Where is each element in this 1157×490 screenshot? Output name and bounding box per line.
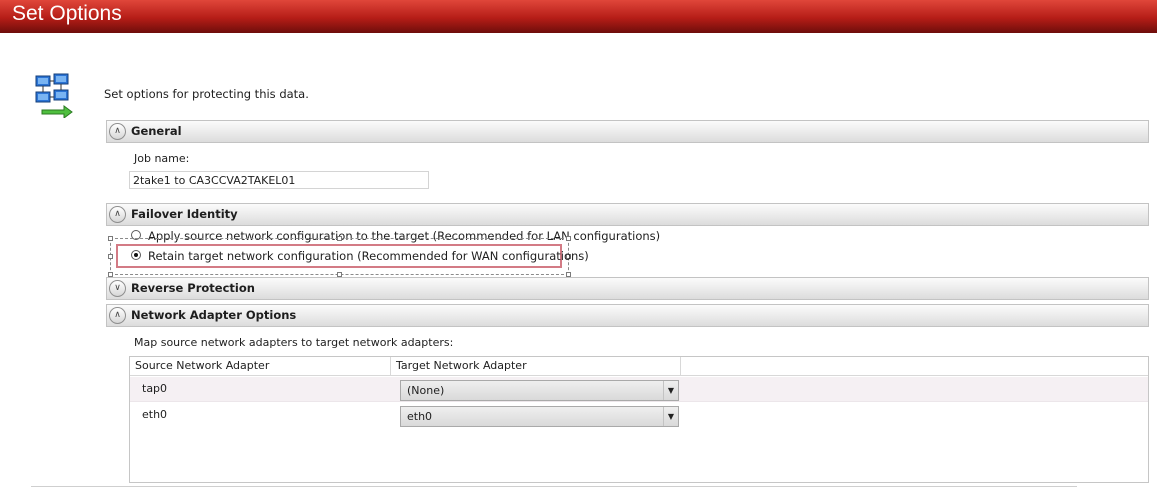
job-name-input[interactable] xyxy=(129,171,429,189)
job-name-label: Job name: xyxy=(134,152,190,165)
adapter-mapping-grid: Source Network Adapter Target Network Ad… xyxy=(129,356,1149,483)
title-bar: Set Options xyxy=(0,0,1157,33)
target-adapter-select[interactable]: (None) ▼ xyxy=(400,380,679,401)
section-failover-label: Failover Identity xyxy=(131,207,238,221)
dropdown-arrow-icon[interactable]: ▼ xyxy=(663,381,678,400)
chevron-up-icon[interactable]: ∧ xyxy=(109,307,126,324)
section-adapters-label: Network Adapter Options xyxy=(131,308,297,322)
dropdown-arrow-icon[interactable]: ▼ xyxy=(663,407,678,426)
radio-retain-target-label[interactable]: Retain target network configuration (Rec… xyxy=(148,249,589,263)
source-adapter-name: eth0 xyxy=(142,408,168,421)
column-header-target[interactable]: Target Network Adapter xyxy=(391,357,681,376)
resize-handle[interactable] xyxy=(566,236,571,241)
intro-text: Set options for protecting this data. xyxy=(104,87,309,101)
adapter-map-description: Map source network adapters to target ne… xyxy=(134,336,454,349)
section-reverse-header[interactable]: ∨ Reverse Protection xyxy=(106,277,1149,300)
table-row[interactable]: tap0 (None) ▼ xyxy=(130,377,1148,402)
window-title: Set Options xyxy=(12,2,122,25)
network-computers-icon xyxy=(34,72,74,119)
resize-handle[interactable] xyxy=(337,236,342,241)
section-adapters-header[interactable]: ∧ Network Adapter Options xyxy=(106,304,1149,327)
target-adapter-value: eth0 xyxy=(407,410,433,423)
section-reverse-label: Reverse Protection xyxy=(131,281,255,295)
table-row[interactable]: eth0 eth0 ▼ xyxy=(130,403,1148,428)
chevron-up-icon[interactable]: ∧ xyxy=(109,123,126,140)
chevron-up-icon[interactable]: ∧ xyxy=(109,206,126,223)
grid-header: Source Network Adapter Target Network Ad… xyxy=(130,357,1148,376)
target-adapter-value: (None) xyxy=(407,384,445,397)
section-general-label: General xyxy=(131,124,182,138)
section-failover-header[interactable]: ∧ Failover Identity xyxy=(106,203,1149,226)
bottom-divider xyxy=(31,486,1077,490)
chevron-down-icon[interactable]: ∨ xyxy=(109,280,126,297)
resize-handle[interactable] xyxy=(108,236,113,241)
source-adapter-name: tap0 xyxy=(142,382,168,395)
radio-retain-target[interactable] xyxy=(131,250,141,260)
section-general-header[interactable]: ∧ General xyxy=(106,120,1149,143)
resize-handle[interactable] xyxy=(108,254,113,259)
target-adapter-select[interactable]: eth0 ▼ xyxy=(400,406,679,427)
column-header-source[interactable]: Source Network Adapter xyxy=(130,357,391,376)
